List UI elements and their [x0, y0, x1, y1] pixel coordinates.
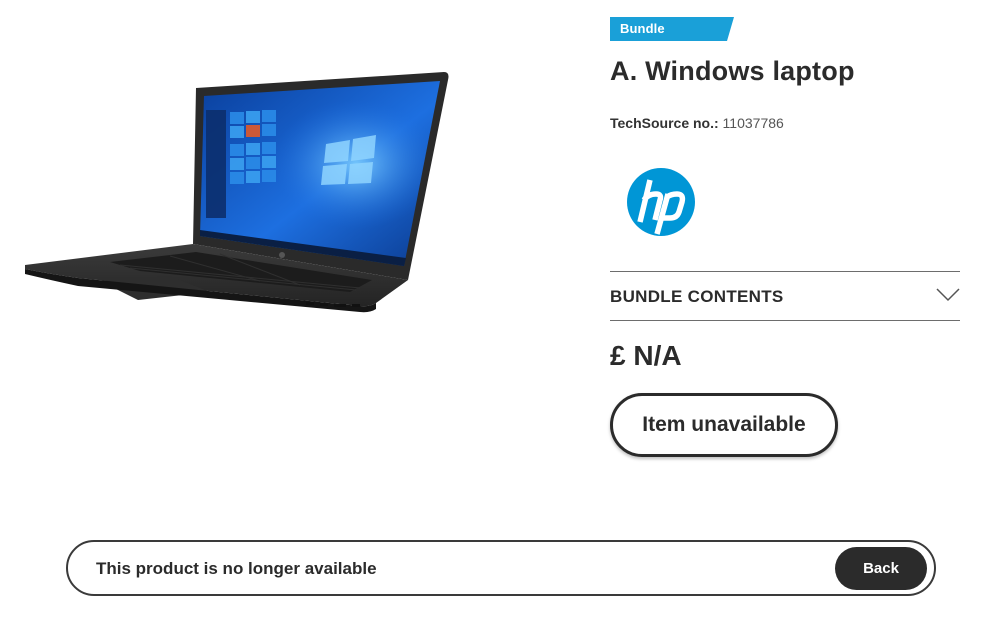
chevron-down-icon [936, 288, 960, 302]
bundle-badge: Bundle [610, 17, 734, 41]
hp-logo-icon [627, 168, 695, 236]
hp-logo [626, 166, 696, 238]
sku-value: 11037786 [722, 115, 784, 131]
unavailable-notice-bar: This product is no longer available Back [66, 540, 936, 596]
sku-line: TechSource no.: 11037786 [610, 115, 784, 131]
badge-label: Bundle [620, 21, 665, 36]
product-image [20, 66, 460, 351]
bundle-contents-toggle[interactable]: BUNDLE CONTENTS [610, 271, 960, 321]
sku-label: TechSource no.: [610, 115, 719, 131]
item-unavailable-button[interactable]: Item unavailable [610, 393, 838, 457]
notice-message: This product is no longer available [96, 559, 377, 578]
back-button[interactable]: Back [835, 547, 927, 590]
price: £ N/A [610, 340, 682, 371]
bundle-contents-label: BUNDLE CONTENTS [610, 287, 784, 306]
laptop-image [25, 72, 449, 313]
product-title: A. Windows laptop [610, 56, 855, 86]
